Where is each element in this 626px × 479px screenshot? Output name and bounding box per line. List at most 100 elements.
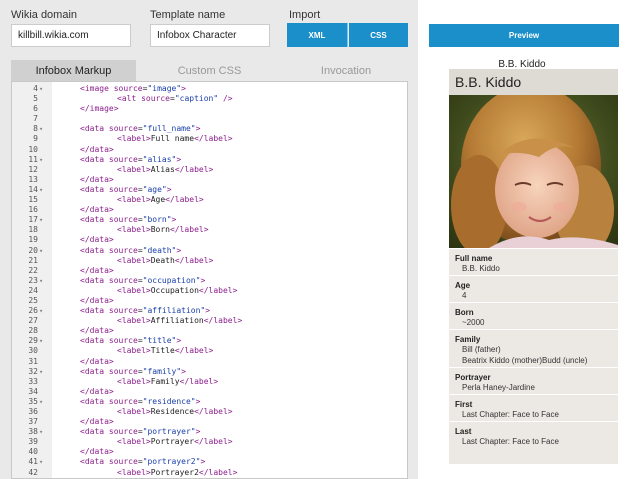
fold-arrow-icon[interactable]: ▾ [39, 124, 49, 134]
code-line: 14 ▾ <data source="age"> [12, 185, 407, 195]
code-line: 26 ▾ <data source="affiliation"> [12, 306, 407, 316]
code-text: </data> [80, 417, 114, 427]
code-token: > [176, 154, 182, 164]
code-text: </data> [80, 145, 114, 155]
fold-arrow-icon[interactable]: ▾ [39, 367, 49, 377]
code-token: </data> [80, 295, 114, 305]
line-number: 7 [33, 114, 38, 124]
fold-arrow-icon[interactable]: ▾ [39, 336, 49, 346]
preview-button[interactable]: Preview [429, 24, 619, 47]
fold-arrow-icon[interactable]: ▾ [39, 397, 49, 407]
code-text: <data source="alias"> [80, 155, 181, 165]
infobox-value: 4 [462, 291, 467, 300]
code-token: <label> [117, 134, 151, 144]
code-token: Death [150, 255, 175, 265]
code-line: 5 <alt source="caption" /> [12, 94, 407, 104]
fold-arrow-icon[interactable]: ▾ [39, 457, 49, 467]
code-token: <data [80, 306, 105, 316]
infobox-value: ~2000 [462, 318, 485, 327]
code-token: > [195, 124, 201, 134]
infobox-label: Last [455, 427, 472, 436]
line-number: 23 [28, 275, 38, 285]
code-line: 39 <label>Portrayer</label> [12, 437, 407, 447]
code-token: "occupation" [142, 275, 201, 285]
code-token: "death" [142, 245, 177, 255]
infobox-label: Age [455, 281, 471, 290]
code-token: source [104, 427, 138, 437]
import-xml-button[interactable]: XML [287, 23, 348, 47]
code-token: </label> [174, 255, 214, 265]
code-text: <label>Title</label> [117, 346, 213, 356]
line-number: 9 [33, 134, 38, 144]
fold-arrow-icon[interactable]: ▾ [39, 427, 49, 437]
code-token: source [104, 457, 138, 467]
code-editor[interactable]: 4 ▾ <image source="image"> 5 <alt source="ca… [11, 81, 408, 479]
code-text: </image> [80, 104, 119, 114]
code-token: > [195, 427, 201, 437]
line-number: 42 [28, 467, 38, 477]
tab-custom-css[interactable]: Custom CSS [147, 60, 272, 81]
line-number: 15 [28, 195, 38, 205]
wikia-domain-input[interactable] [11, 24, 131, 47]
code-token: </data> [80, 447, 114, 457]
code-token: <label> [117, 437, 151, 447]
code-token: Born [150, 225, 170, 235]
line-number: 18 [28, 225, 38, 235]
code-text: </data> [80, 326, 114, 336]
code-line: 27 <label>Affiliation</label> [12, 316, 407, 326]
code-token: Portrayer [150, 437, 195, 447]
preview-panel: Preview B.B. Kiddo B.B. Kiddo Full name … [418, 0, 626, 479]
code-line: 20 ▾ <data source="death"> [12, 246, 407, 256]
wikia-domain-label: Wikia domain [11, 9, 78, 21]
code-line: 11 ▾ <data source="alias"> [12, 155, 407, 165]
code-line: 7 [12, 114, 407, 124]
code-token: </label> [194, 134, 233, 144]
infobox-value: Bill (father) [462, 345, 501, 354]
code-line: 13 </data> [12, 175, 407, 185]
code-token: <label> [117, 467, 151, 477]
code-line: 34 </data> [12, 387, 407, 397]
line-number: 37 [28, 417, 38, 427]
code-token: </data> [80, 326, 114, 336]
import-css-button[interactable]: CSS [349, 23, 408, 47]
fold-arrow-icon[interactable]: ▾ [39, 276, 49, 286]
code-token: </data> [80, 235, 114, 245]
code-token: </data> [80, 265, 114, 275]
line-number: 38 [28, 427, 38, 437]
tab-infobox-markup[interactable]: Infobox Markup [11, 60, 136, 81]
fold-arrow-icon[interactable]: ▾ [39, 306, 49, 316]
infobox-row: Born ~2000 [449, 302, 618, 328]
line-number: 22 [28, 265, 38, 275]
line-number: 30 [28, 346, 38, 356]
code-text: <label>Portrayer2</label> [117, 468, 237, 478]
infobox-row: First Last Chapter: Face to Face [449, 394, 618, 420]
code-text: </data> [80, 235, 114, 245]
code-token: <label> [117, 346, 151, 356]
import-label: Import [289, 9, 321, 21]
fold-arrow-icon[interactable]: ▾ [39, 155, 49, 165]
code-token: </data> [80, 386, 114, 396]
code-token: <label> [117, 285, 151, 295]
code-token: </image> [80, 104, 119, 114]
code-text: <data source="portrayer2"> [80, 457, 205, 467]
line-number: 20 [28, 245, 38, 255]
code-text: <label>Born</label> [117, 225, 209, 235]
template-name-input[interactable] [150, 24, 270, 47]
code-token: <data [80, 396, 105, 406]
fold-arrow-icon[interactable]: ▾ [39, 215, 49, 225]
code-token: <data [80, 427, 105, 437]
infobox-value: Perla Haney-Jardine [462, 383, 535, 392]
fold-arrow-icon[interactable]: ▾ [39, 246, 49, 256]
code-text: </data> [80, 447, 114, 457]
code-text: <data source="age"> [80, 185, 172, 195]
code-text: </data> [80, 175, 114, 185]
code-token: <label> [117, 407, 151, 416]
fold-arrow-icon[interactable]: ▾ [39, 185, 49, 195]
line-number: 21 [28, 255, 38, 265]
code-text: <data source="affiliation"> [80, 306, 210, 316]
code-text: <label>Age</label> [117, 195, 204, 205]
tab-invocation[interactable]: Invocation [284, 60, 408, 81]
fold-arrow-icon[interactable]: ▾ [39, 84, 49, 94]
code-token: <data [80, 184, 105, 194]
code-line: 21 <label>Death</label> [12, 256, 407, 266]
